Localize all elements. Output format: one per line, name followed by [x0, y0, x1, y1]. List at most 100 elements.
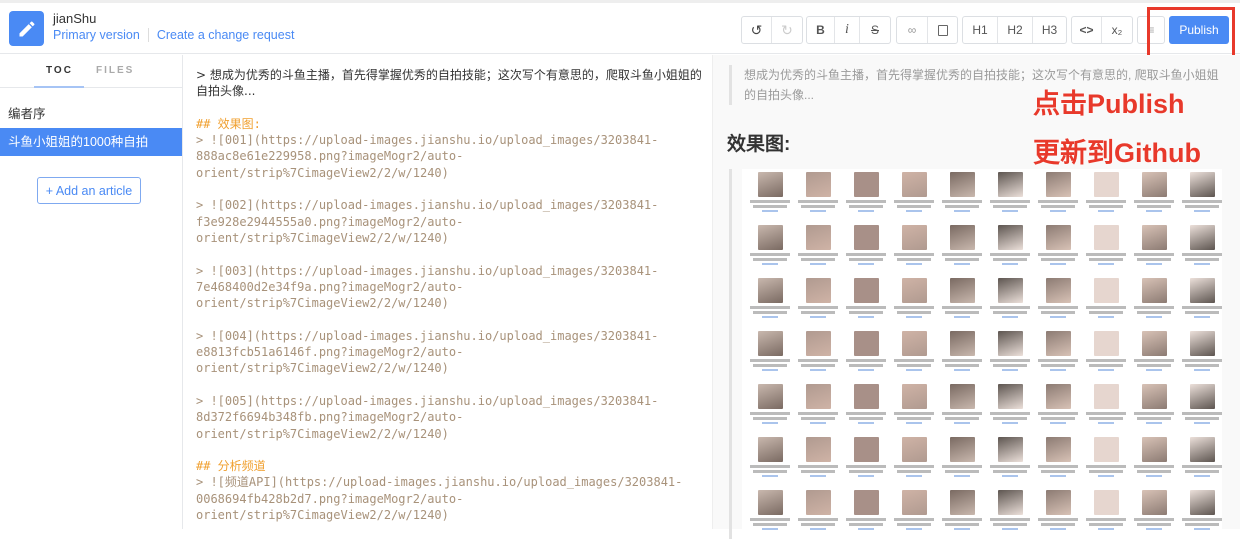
subscript-button[interactable]: x₂ — [1102, 17, 1132, 43]
thumbnail-caption — [750, 359, 790, 362]
thumbnail-caption — [990, 200, 1030, 203]
thumbnail-caption — [801, 364, 835, 367]
pencil-logo-icon — [9, 11, 44, 46]
thumbnail-caption — [945, 417, 979, 420]
thumbnail-caption — [942, 412, 982, 415]
thumbnail-photo — [1045, 437, 1071, 462]
thumbnail — [1082, 490, 1130, 543]
thumbnail-caption — [993, 364, 1027, 367]
thumbnail-caption — [1182, 518, 1222, 521]
thumbnail-photo — [997, 437, 1023, 462]
h1-button[interactable]: H1 — [963, 17, 998, 43]
toc-item-selfies[interactable]: 斗鱼小姐姐的1000种自拍 — [0, 128, 182, 156]
thumbnail-caption — [894, 306, 934, 309]
thumbnail-caption — [1041, 470, 1075, 473]
thumbnail-caption — [906, 528, 922, 530]
thumbnail — [890, 278, 938, 331]
thumbnail-caption — [1038, 518, 1078, 521]
thumbnail-caption — [942, 465, 982, 468]
divider — [147, 28, 149, 42]
redo-button[interactable]: ↻ — [772, 17, 802, 43]
thumbnail — [1034, 384, 1082, 437]
insert-group: ∞ — [896, 16, 958, 44]
thumbnail — [1130, 437, 1178, 490]
thumbnail-caption — [1146, 528, 1162, 530]
thumbnail-caption — [1194, 422, 1210, 424]
thumbnail-caption — [906, 263, 922, 265]
thumbnail-caption — [1098, 316, 1114, 318]
create-change-request-link[interactable]: Create a change request — [157, 28, 295, 42]
thumbnail-photo — [1045, 490, 1071, 515]
thumbnail-caption — [993, 523, 1027, 526]
tab-toc[interactable]: TOC — [46, 65, 73, 76]
thumbnail-caption — [906, 210, 922, 212]
h3-button[interactable]: H3 — [1033, 17, 1066, 43]
thumbnail-caption — [1185, 258, 1219, 261]
thumbnail-caption — [1050, 528, 1066, 530]
image-button[interactable] — [928, 17, 957, 43]
thumbnail-caption — [858, 210, 874, 212]
thumbnail-caption — [990, 465, 1030, 468]
markdown-editor[interactable]: > 想成为优秀的斗鱼主播，首先得掌握优秀的自拍技能；这次写个有意思的，爬取斗鱼小… — [184, 55, 712, 529]
thumbnail — [1082, 278, 1130, 331]
thumbnail — [1130, 278, 1178, 331]
thumbnail — [986, 490, 1034, 543]
thumbnail-photo — [901, 490, 927, 515]
toc-item-preface[interactable]: 编者序 — [0, 100, 182, 128]
thumbnail — [1178, 331, 1226, 384]
thumbnail-photo — [949, 490, 975, 515]
add-article-button[interactable]: + Add an article — [37, 177, 141, 204]
thumbnail — [794, 490, 842, 543]
thumbnail-photo — [1141, 437, 1167, 462]
thumbnail-caption — [1182, 359, 1222, 362]
thumbnail-photo — [1141, 278, 1167, 303]
tab-files[interactable]: FILES — [96, 65, 134, 76]
thumbnail-caption — [846, 518, 886, 521]
thumbnail — [794, 331, 842, 384]
preview-heading: 效果图: — [727, 134, 791, 155]
thumbnail — [938, 278, 986, 331]
thumbnail-caption — [954, 316, 970, 318]
thumbnail-photo — [901, 384, 927, 409]
thumbnail — [746, 278, 794, 331]
link-button[interactable]: ∞ — [897, 17, 928, 43]
thumbnail-caption — [798, 200, 838, 203]
bold-button[interactable]: B — [807, 17, 835, 43]
thumbnail-caption — [990, 253, 1030, 256]
primary-version-link[interactable]: Primary version — [53, 28, 140, 42]
thumbnail — [794, 225, 842, 278]
thumbnail — [890, 225, 938, 278]
thumbnail-caption — [894, 359, 934, 362]
thumbnail-caption — [1002, 528, 1018, 530]
editor-image-line: > ![003](https://upload-images.jianshu.i… — [196, 263, 659, 311]
thumbnail — [938, 384, 986, 437]
thumbnail-photo — [853, 331, 879, 356]
undo-icon: ↺ — [750, 21, 763, 38]
thumbnail — [986, 437, 1034, 490]
thumbnail-caption — [1041, 311, 1075, 314]
thumbnail-photo — [949, 172, 975, 197]
thumbnail-caption — [762, 263, 778, 265]
code-button[interactable]: <> — [1072, 17, 1102, 43]
thumbnail-photo — [1093, 278, 1119, 303]
thumbnail-caption — [798, 465, 838, 468]
thumbnail-photo — [1045, 172, 1071, 197]
thumbnail-caption — [1002, 316, 1018, 318]
thumbnail-caption — [858, 316, 874, 318]
annotation-click-publish: 点击Publish — [1033, 89, 1185, 119]
strikethrough-button[interactable]: S — [860, 17, 890, 43]
thumbnail — [842, 278, 890, 331]
italic-button[interactable]: i — [835, 17, 860, 43]
thumbnail-photo — [901, 437, 927, 462]
thumbnail — [890, 490, 938, 543]
thumbnail-caption — [945, 523, 979, 526]
thumbnail-caption — [849, 258, 883, 261]
undo-button[interactable]: ↺ — [742, 17, 772, 43]
thumbnail-photo — [1141, 384, 1167, 409]
thumbnail-photo — [997, 225, 1023, 250]
thumbnail-caption — [801, 417, 835, 420]
thumbnail-caption — [1086, 412, 1126, 415]
h2-button[interactable]: H2 — [998, 17, 1033, 43]
thumbnail — [986, 384, 1034, 437]
format-group: B i S — [806, 16, 891, 44]
